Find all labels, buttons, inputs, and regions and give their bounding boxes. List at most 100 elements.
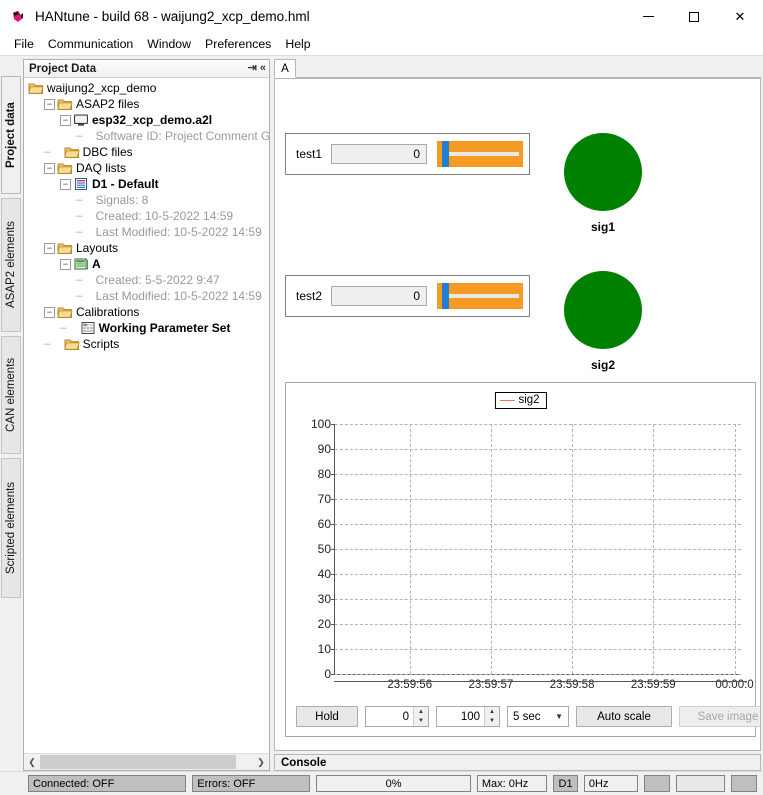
tree-node-label: Last Modified: 10-5-2022 14:59 — [95, 225, 262, 239]
project-tree[interactable]: waijung2_xcp_demo − ASAP2 files − esp32_xcp_… — [24, 78, 269, 753]
folder-icon — [57, 241, 73, 255]
tree-node[interactable]: − Layouts — [24, 240, 269, 256]
side-tab-project-data[interactable]: Project data — [1, 76, 21, 194]
tree-node-label: Working Parameter Set — [98, 321, 231, 335]
chart-control-bar: Hold 0 ▲ ▼ 100 ▲ ▼ 5 sec ▼ Auto scale Sa… — [296, 706, 760, 727]
tree-node-label: esp32_xcp_demo.a2l — [92, 113, 213, 127]
menu-item-help[interactable]: Help — [278, 35, 317, 53]
workspace-column: A test1 0 test2 0 sig1 sig2 sig2 0 10 20… — [270, 56, 763, 771]
tree-expander[interactable]: − — [44, 98, 55, 110]
tree-node[interactable]: ┄ DBC files — [24, 144, 269, 160]
chart-min-value[interactable]: 0 — [366, 711, 413, 723]
side-tab-strip: Project data ASAP2 elements CAN elements… — [0, 56, 23, 771]
tree-node[interactable]: − esp32_xcp_demo.a2l — [24, 112, 269, 128]
timespan-value: 5 sec — [513, 710, 541, 723]
tree-node[interactable]: ┄ Working Parameter Set — [24, 320, 269, 336]
side-tab-asap2-elements[interactable]: ASAP2 elements — [1, 198, 21, 332]
menu-item-communication[interactable]: Communication — [41, 35, 140, 53]
gauge-label: test1 — [296, 147, 323, 161]
spin-up-icon[interactable]: ▲ — [414, 707, 428, 717]
tree-connector: ┄ — [60, 322, 67, 335]
tree-node[interactable]: − A — [24, 256, 269, 272]
tree-node-label: Signals: 8 — [95, 193, 149, 207]
hantune-application-window: HANtune - build 68 - waijung2_xcp_demo.h… — [0, 0, 763, 795]
table-icon — [80, 321, 96, 335]
gauge-value-field[interactable]: 0 — [331, 144, 428, 164]
gauge-slider-track[interactable] — [437, 141, 524, 167]
scrollbar-thumb[interactable] — [40, 755, 236, 769]
tree-expander[interactable]: − — [60, 258, 71, 270]
console-panel-header[interactable]: Console — [274, 754, 761, 771]
tree-horizontal-scrollbar[interactable]: ❮ ❯ — [24, 753, 269, 770]
tree-node-label: Created: 10-5-2022 14:59 — [95, 209, 234, 223]
tree-node[interactable]: − ASAP2 files — [24, 96, 269, 112]
side-tab-scripted-elements[interactable]: Scripted elements — [1, 458, 21, 598]
slider-knob[interactable] — [442, 283, 450, 309]
tree-expander[interactable]: − — [44, 242, 55, 254]
side-tab-can-elements[interactable]: CAN elements — [1, 336, 21, 454]
minimize-button[interactable] — [625, 0, 671, 33]
spin-down-icon[interactable]: ▼ — [485, 716, 499, 726]
tree-expander[interactable]: − — [60, 178, 71, 190]
timespan-dropdown[interactable]: 5 sec ▼ — [507, 706, 569, 727]
gauge-widget-test2[interactable]: test2 0 — [285, 275, 530, 317]
tree-node[interactable]: − Calibrations — [24, 304, 269, 320]
tree-connector: ┄ — [44, 146, 51, 159]
gauge-label: test2 — [296, 289, 323, 303]
tree-node[interactable]: ┄ Created: 10-5-2022 14:59 — [24, 208, 269, 224]
close-button[interactable]: ✕ — [717, 0, 763, 33]
tree-expander[interactable]: − — [44, 306, 55, 318]
tree-node-label: Layouts — [76, 241, 119, 255]
chart-y-tickmark — [331, 549, 335, 550]
pin-icon[interactable]: ⇥ — [248, 63, 257, 74]
maximize-button[interactable] — [671, 0, 717, 33]
menu-item-preferences[interactable]: Preferences — [198, 35, 278, 53]
console-title: Console — [281, 756, 327, 769]
tree-node[interactable]: ┄ Software ID: Project Comment Goes H — [24, 128, 269, 144]
tree-node[interactable]: − D1 - Default — [24, 176, 269, 192]
gauge-widget-test1[interactable]: test1 0 — [285, 133, 530, 175]
tree-node[interactable]: ┄ Scripts — [24, 336, 269, 352]
chart-gridlines: 0 10 20 30 40 50 60 70 80 90 100 23:59:56 23:59:57 23… — [311, 417, 754, 691]
chart-max-value[interactable]: 100 — [437, 711, 484, 723]
gauge-value-field[interactable]: 0 — [331, 286, 428, 306]
chart-plot-area[interactable]: 0 10 20 30 40 50 60 70 80 90 100 23:59:56 23:59:57 23… — [311, 417, 754, 691]
tree-node[interactable]: ┄ Created: 5-5-2022 9:47 — [24, 272, 269, 288]
tree-node[interactable]: ┄ Signals: 8 — [24, 192, 269, 208]
gauge-slider-track[interactable] — [437, 283, 524, 309]
slider-knob[interactable] — [442, 141, 450, 167]
collapse-left-icon[interactable]: « — [260, 63, 266, 74]
chart-gridline-horizontal — [335, 599, 741, 600]
spin-up-icon[interactable]: ▲ — [485, 707, 499, 717]
chart-gridline-horizontal — [335, 649, 741, 650]
menu-item-file[interactable]: File — [7, 35, 41, 53]
chevron-left-icon[interactable]: ❮ — [24, 754, 40, 770]
tree-connector: ┄ — [76, 226, 83, 239]
chart-gridline-horizontal — [335, 549, 741, 550]
chevron-right-icon[interactable]: ❯ — [253, 754, 269, 770]
chart-max-spinner[interactable]: 100 ▲ ▼ — [436, 706, 500, 727]
tree-node[interactable]: ┄ Last Modified: 10-5-2022 14:59 — [24, 224, 269, 240]
tree-node[interactable]: ┄ Last Modified: 10-5-2022 14:59 — [24, 288, 269, 304]
status-errors: Errors: OFF — [192, 775, 311, 792]
chart-min-spinner[interactable]: 0 ▲ ▼ — [365, 706, 429, 727]
chart-y-tickmark — [331, 624, 335, 625]
layout-tab-a[interactable]: A — [274, 59, 296, 78]
tree-expander[interactable]: − — [60, 114, 71, 126]
led-indicator-sig2[interactable] — [564, 271, 642, 349]
chart-gridline-horizontal — [335, 499, 741, 500]
chart-y-tick-label: 70 — [317, 492, 331, 506]
hold-button[interactable]: Hold — [296, 706, 358, 727]
status-max-rate: Max: 0Hz — [476, 775, 548, 792]
led-label-sig1: sig1 — [590, 220, 615, 234]
scrollbar-track[interactable] — [40, 754, 253, 770]
spin-down-icon[interactable]: ▼ — [414, 716, 428, 726]
tree-node[interactable]: − DAQ lists — [24, 160, 269, 176]
tree-node[interactable]: waijung2_xcp_demo — [24, 80, 269, 96]
tree-node-label: DBC files — [82, 145, 133, 159]
tree-connector: ┄ — [76, 130, 83, 143]
auto-scale-button[interactable]: Auto scale — [576, 706, 672, 727]
menu-item-window[interactable]: Window — [140, 35, 198, 53]
led-indicator-sig1[interactable] — [564, 133, 642, 211]
tree-expander[interactable]: − — [44, 162, 55, 174]
